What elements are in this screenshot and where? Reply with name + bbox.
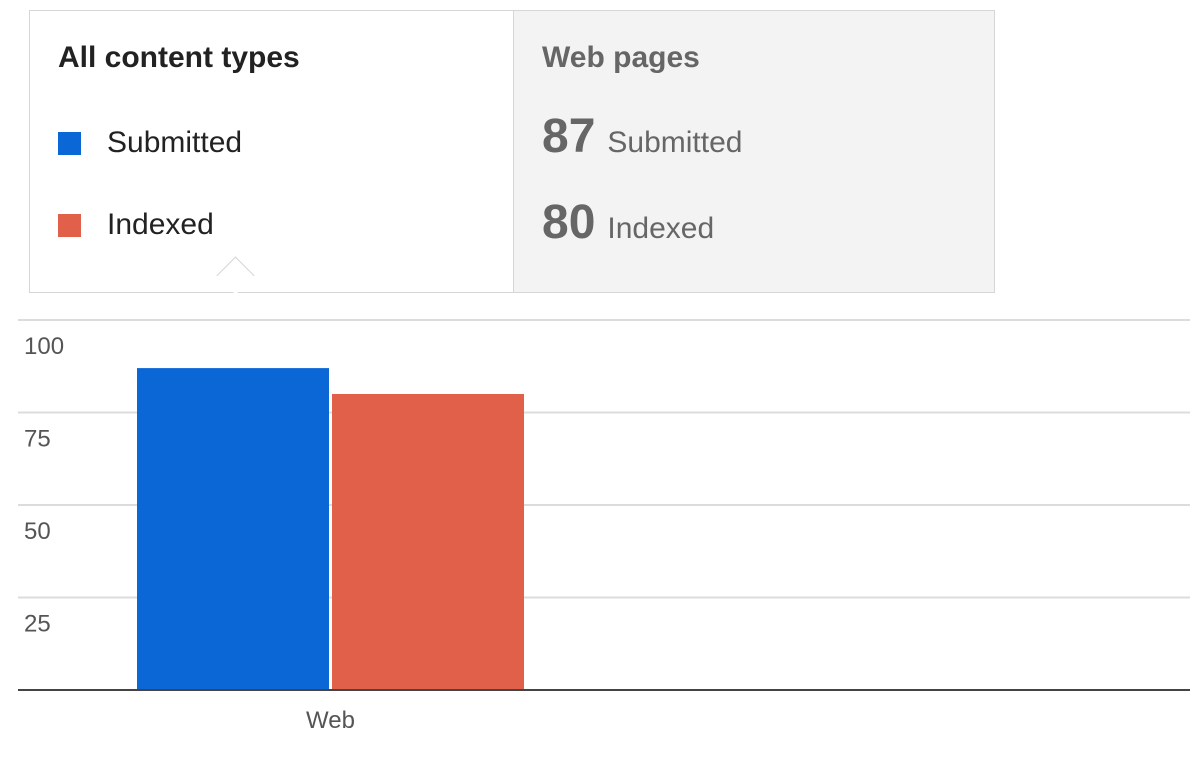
y-tick-label-75: 75 — [24, 426, 51, 453]
web-pages-title: Web pages — [542, 41, 700, 74]
indexed-swatch — [58, 213, 81, 237]
web-submitted-count: 87 — [542, 110, 596, 163]
legend-label-submitted: Submitted — [107, 126, 243, 159]
web-indexed-stat: 80 Indexed — [542, 195, 714, 250]
web-submitted-stat: 87 Submitted — [542, 109, 742, 164]
legend-item-indexed: Indexed — [58, 205, 214, 245]
y-tick-label-25: 25 — [24, 611, 51, 638]
web-indexed-label: Indexed — [607, 212, 715, 245]
sitemap-summary-panel: All content types Submitted Indexed Web … — [29, 10, 995, 293]
tab-all-content-types[interactable]: All content types Submitted Indexed — [30, 11, 513, 292]
x-category-label-web: Web — [306, 707, 355, 734]
y-tick-label-100: 100 — [24, 333, 64, 360]
bar-submitted-web — [137, 368, 329, 690]
legend-label-indexed: Indexed — [107, 208, 214, 241]
tab-web-pages[interactable]: Web pages 87 Submitted 80 Indexed — [513, 11, 994, 292]
web-indexed-count: 80 — [542, 196, 596, 249]
all-content-types-title: All content types — [58, 41, 300, 74]
bar-chart: 25 50 75 100 Web — [18, 319, 1190, 734]
submitted-swatch — [58, 131, 81, 155]
y-tick-label-50: 50 — [24, 518, 51, 545]
bar-indexed-web — [332, 394, 524, 690]
web-submitted-label: Submitted — [607, 126, 743, 159]
legend-item-submitted: Submitted — [58, 123, 242, 163]
